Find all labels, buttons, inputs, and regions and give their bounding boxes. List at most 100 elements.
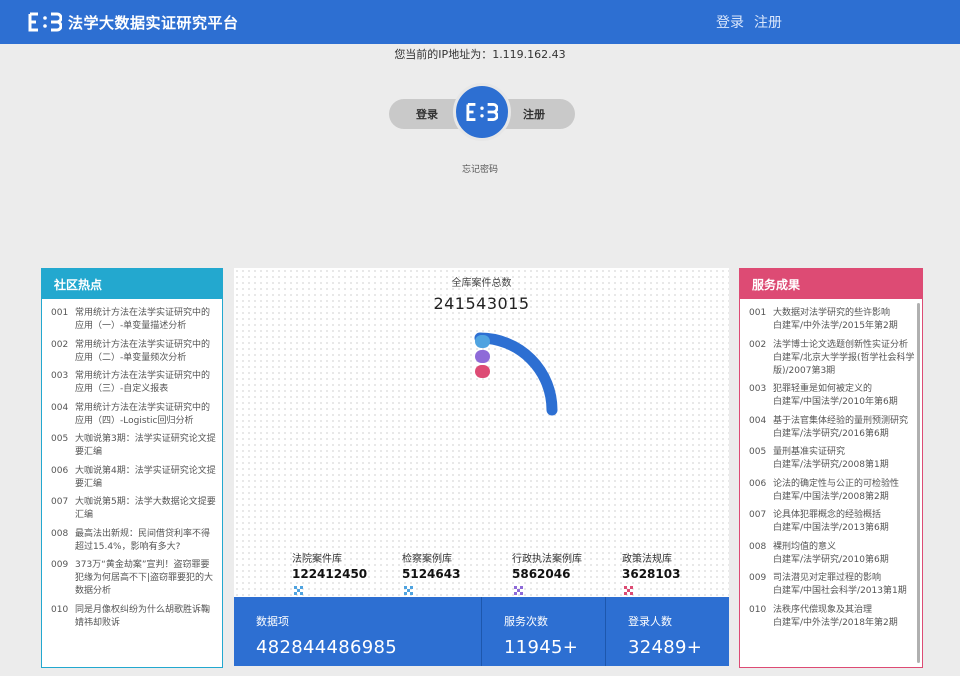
total-cases-value: 241543015	[433, 294, 530, 313]
result-citation: 白建军/北京大学学报(哲学社会科学版)/2007第3期	[773, 352, 915, 376]
stats-bar: 数据项 482844486985 服务次数 11945+ 登录人数 32489+	[234, 597, 729, 666]
results-scrollbar[interactable]	[917, 303, 920, 663]
library-icon	[294, 586, 303, 595]
result-title: 法学博士论文选题创新性实证分析	[773, 339, 909, 350]
item-number: 003	[51, 371, 69, 381]
result-item[interactable]: 005 量刑基准实证研究白建军/法学研究/2008第1期	[749, 446, 916, 472]
library-count: 5124643	[402, 567, 461, 581]
library-name: 检察案例库	[402, 554, 452, 565]
panel-title: 服务成果	[740, 269, 922, 299]
item-number: 009	[749, 573, 767, 583]
item-title: 同是月像权纠纷为什么胡歌胜诉鞠婧祎却败诉	[75, 604, 211, 628]
result-citation: 白建军/法学研究/2008第1期	[773, 460, 889, 470]
item-title: 常用统计方法在法学实证研究中的应用（一）-单变量描述分析	[75, 308, 211, 331]
stat-data-items: 数据项 482844486985	[234, 597, 481, 666]
hot-topic-item[interactable]: 009 373万“黄金劫案”宣判！盗窃罪要犯缘为何居高不下|盗窃罪要犯的大数据分析	[51, 559, 216, 598]
item-title: 大咖说第4期：法学实证研究论文提要汇编	[75, 465, 216, 489]
hot-topic-item[interactable]: 007 大咖说第5期：法学大数据论文提要汇编	[51, 496, 216, 522]
stat-value: 32489+	[628, 637, 703, 658]
hot-topic-item[interactable]: 008 最高法出新规：民间借贷利率不得超过15.4%，影响有多大?	[51, 528, 216, 554]
result-item[interactable]: 003 犯罪轻重是如何被定义的 白建军/中国法学/2010年第6期	[749, 383, 916, 409]
hot-topic-item[interactable]: 010 同是月像权纠纷为什么胡歌胜诉鞠婧祎却败诉	[51, 604, 216, 630]
result-item[interactable]: 009 司法潜见对定罪过程的影响 白建军/中国社会科学/2013第1期	[749, 572, 916, 598]
results-list: 001 大数据对法学研究的些许影响 白建军/中外法学/2015年第2期 002 法学博士…	[740, 299, 922, 663]
item-title: 常用统计方法在法学实证研究中的应用（四）-Logistic回归分析	[75, 402, 211, 426]
site-logo-icon[interactable]	[28, 11, 62, 33]
result-title: 量刑基准实证研究	[773, 447, 846, 457]
library-icon	[404, 586, 413, 595]
result-item[interactable]: 002 法学博士论文选题创新性实证分析白建军/北京大学学报(哲学社会科学版)/20…	[749, 339, 916, 378]
library-count: 122412450	[292, 567, 368, 581]
library-court[interactable]: 法院案件库 122412450	[292, 550, 367, 581]
stat-service-count: 服务次数 11945+	[481, 597, 605, 666]
ip-address-text: 您当前的IP地址为：1.119.162.43	[394, 48, 566, 61]
item-number: 007	[51, 497, 69, 507]
hot-topic-item[interactable]: 002 常用统计方法在法学实证研究中的应用（二）-单变量频次分析	[51, 339, 216, 365]
library-administrative[interactable]: 行政执法案例库 5862046	[512, 550, 582, 581]
library-name: 政策法规库	[622, 554, 672, 565]
item-number: 006	[51, 465, 69, 476]
hot-topic-item[interactable]: 001 常用统计方法在法学实证研究中的应用（一）-单变量描述分析	[51, 307, 216, 333]
hot-topic-item[interactable]: 006 大咖说第4期：法学实证研究论文提要汇编	[51, 465, 216, 491]
library-icon	[624, 586, 633, 595]
result-item[interactable]: 006 论法的确定性与公正的可检验性 白建军/中国法学/2008第2期	[749, 478, 916, 504]
service-results-panel: 服务成果 001 大数据对法学研究的些许影响 白建军/中外法学/2015年第2期 00…	[739, 268, 923, 668]
panel-title: 社区热点	[42, 269, 222, 299]
result-title: 犯罪轻重是如何被定义的	[773, 384, 873, 394]
result-title: 大数据对法学研究的些许影响	[773, 308, 891, 318]
result-item[interactable]: 001 大数据对法学研究的些许影响 白建军/中外法学/2015年第2期	[749, 307, 916, 333]
item-number: 008	[51, 528, 69, 539]
result-title: 基于法官集体经验的量刑预测研究	[773, 415, 909, 426]
stat-label: 数据项	[256, 615, 289, 628]
result-citation: 白建军/中国法学/2010年第6期	[773, 397, 898, 407]
library-icon	[514, 586, 523, 595]
center-logo-icon	[453, 83, 511, 141]
community-hot-panel: 社区热点 001 常用统计方法在法学实证研究中的应用（一）-单变量描述分析 002 常…	[41, 268, 223, 668]
library-procuratorate[interactable]: 检察案例库 5124643	[402, 550, 460, 581]
item-number: 010	[749, 604, 767, 615]
library-count: 5862046	[512, 567, 571, 581]
item-number: 004	[51, 402, 69, 413]
legend-dot	[475, 365, 490, 378]
result-citation: 白建军/法学研究/2010第6期	[773, 554, 889, 565]
stat-label: 服务次数	[504, 615, 548, 628]
item-title: 大咖说第3期：法学实证研究论文提要汇编	[75, 434, 216, 457]
legend-dot	[475, 350, 490, 363]
hot-topic-item[interactable]: 003 常用统计方法在法学实证研究中的应用（三）-自定义报表	[51, 370, 216, 396]
result-item[interactable]: 004 基于法官集体经验的量刑预测研究 白建军/法学研究/2016第6期	[749, 415, 916, 441]
item-number: 002	[749, 339, 767, 350]
result-citation: 白建军/中外法学/2018年第2期	[773, 617, 898, 628]
hot-topic-item[interactable]: 005 大咖说第3期：法学实证研究论文提要汇编	[51, 433, 216, 459]
item-number: 002	[51, 339, 69, 350]
item-number: 001	[749, 308, 767, 318]
site-title: 法学大数据实证研究平台	[68, 13, 239, 32]
result-citation: 白建军/中外法学/2015年第2期	[773, 321, 898, 331]
item-number: 007	[749, 510, 767, 520]
item-number: 005	[749, 447, 767, 457]
result-item[interactable]: 010 法秩序代偿现象及其治理白建军/中外法学/2018年第2期	[749, 604, 916, 630]
top-header: 法学大数据实证研究平台 登录 注册	[0, 0, 960, 44]
item-title: 大咖说第5期：法学大数据论文提要汇编	[75, 497, 216, 520]
result-citation: 白建军/法学研究/2016第6期	[773, 428, 889, 439]
hot-topic-item[interactable]: 004 常用统计方法在法学实证研究中的应用（四）-Logistic回归分析	[51, 402, 216, 428]
header-login-link[interactable]: 登录	[716, 12, 744, 32]
library-name: 行政执法案例库	[512, 554, 582, 565]
result-item[interactable]: 008 裸刑均值的意义 白建军/法学研究/2010第6期	[749, 541, 916, 567]
stat-login-count: 登录人数 32489+	[605, 597, 729, 666]
item-number: 006	[749, 478, 767, 489]
result-item[interactable]: 007 论具体犯罪概念的经验概括 白建军/中国法学/2013第6期	[749, 509, 916, 535]
item-title: 最高法出新规：民间借贷利率不得超过15.4%，影响有多大?	[75, 528, 211, 552]
item-title: 常用统计方法在法学实证研究中的应用（二）-单变量频次分析	[75, 339, 211, 363]
stat-label: 登录人数	[628, 615, 672, 628]
community-list: 001 常用统计方法在法学实证研究中的应用（一）-单变量描述分析 002 常用统计方法…	[42, 299, 222, 630]
library-policy[interactable]: 政策法规库 3628103	[622, 550, 680, 581]
result-citation: 白建军/中国法学/2013第6期	[773, 523, 889, 533]
result-title: 论法的确定性与公正的可检验性	[773, 478, 900, 489]
stat-value: 482844486985	[256, 637, 398, 658]
result-citation: 白建军/中国社会科学/2013第1期	[773, 586, 907, 596]
result-title: 法秩序代偿现象及其治理	[773, 604, 873, 615]
gauge-arc	[474, 332, 558, 416]
forgot-password-link[interactable]: 忘记密码	[0, 162, 960, 175]
item-number: 008	[749, 541, 767, 552]
header-register-link[interactable]: 注册	[754, 12, 782, 32]
